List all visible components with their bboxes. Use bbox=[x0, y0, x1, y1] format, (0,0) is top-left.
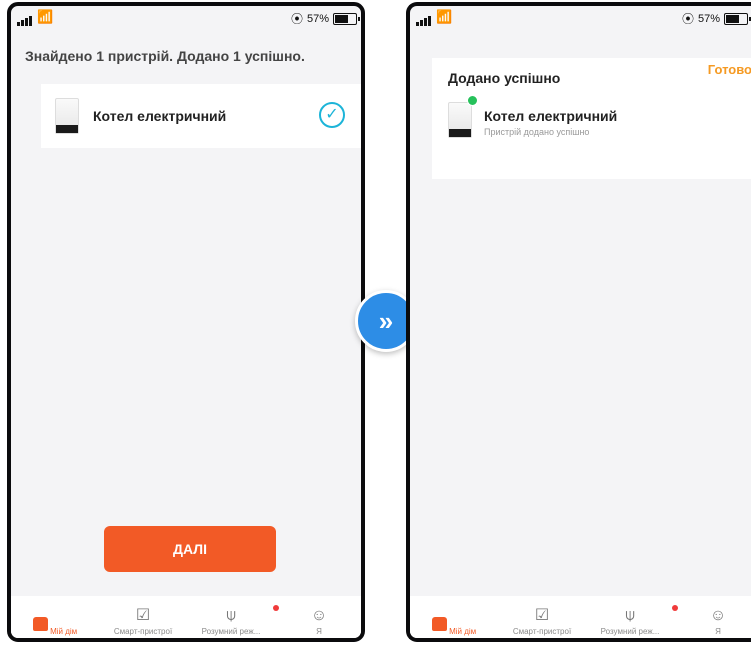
device-card[interactable]: Котел електричний ✓ bbox=[41, 84, 361, 148]
check-circle-icon[interactable]: ✓ bbox=[319, 102, 345, 128]
status-bar: 📶 ⦿ 57% bbox=[410, 6, 751, 28]
battery-icon bbox=[333, 12, 360, 25]
tab-smart-scenes[interactable]: ⍦ Розумний реж... bbox=[586, 605, 678, 636]
boiler-icon bbox=[55, 98, 79, 134]
next-button[interactable]: ДАЛІ bbox=[104, 526, 276, 572]
tab-my-home[interactable]: Мій дім bbox=[11, 617, 99, 636]
signal-icon bbox=[17, 12, 33, 26]
smart-scene-icon: ⍦ bbox=[586, 605, 678, 625]
bottom-tab-bar: Мій дім ☑ Смарт-пристрої ⍦ Розумний реж.… bbox=[11, 596, 361, 638]
tab-smart-scenes[interactable]: ⍦ Розумний реж... bbox=[187, 605, 279, 636]
rotation-lock-icon: ⦿ bbox=[681, 12, 694, 26]
added-panel: Додано успішно Готово Котел електричний … bbox=[432, 58, 751, 179]
profile-icon: ☺ bbox=[310, 607, 328, 624]
device-status-text: Пристрій додано успішно bbox=[484, 127, 590, 137]
profile-icon: ☺ bbox=[709, 607, 727, 624]
rotation-lock-icon: ⦿ bbox=[290, 12, 303, 26]
tab-profile[interactable]: ☺ Я bbox=[674, 607, 751, 636]
battery-percent: 57% bbox=[697, 12, 720, 25]
checkbox-icon: ☑ bbox=[135, 607, 151, 624]
added-title: Додано успішно bbox=[448, 70, 561, 86]
wifi-icon: 📶 bbox=[37, 9, 54, 24]
done-button[interactable]: Готово bbox=[708, 62, 751, 77]
status-bar: 📶 ⦿ 57% bbox=[11, 6, 361, 28]
tab-profile[interactable]: ☺ Я bbox=[275, 607, 361, 636]
battery-icon bbox=[724, 12, 751, 25]
signal-icon bbox=[416, 12, 432, 26]
checkbox-icon: ☑ bbox=[534, 607, 550, 624]
tab-smart-devices[interactable]: ☑ Смарт-пристрої bbox=[99, 605, 187, 636]
wifi-icon: 📶 bbox=[436, 9, 453, 24]
battery-percent: 57% bbox=[306, 12, 329, 25]
smart-scene-icon: ⍦ bbox=[187, 605, 279, 625]
home-icon bbox=[32, 617, 48, 631]
bottom-tab-bar: Мій дім ☑ Смарт-пристрої ⍦ Розумний реж.… bbox=[410, 596, 751, 638]
tab-smart-devices[interactable]: ☑ Смарт-пристрої bbox=[498, 605, 586, 636]
device-name[interactable]: Котел електричний bbox=[484, 108, 617, 124]
phone-screen-before: 📶 ⦿ 57% Знайдено 1 пристрій. Додано 1 ус… bbox=[7, 2, 365, 642]
boiler-icon bbox=[448, 102, 472, 138]
phone-screen-after: 📶 ⦿ 57% Додано успішно Готово Котел елек… bbox=[406, 2, 751, 642]
device-name: Котел електричний bbox=[93, 108, 227, 124]
scan-result-title: Знайдено 1 пристрій. Додано 1 успішно. bbox=[25, 48, 305, 64]
online-status-dot bbox=[467, 95, 478, 106]
tab-my-home[interactable]: Мій дім bbox=[410, 617, 498, 636]
home-icon bbox=[431, 617, 447, 631]
